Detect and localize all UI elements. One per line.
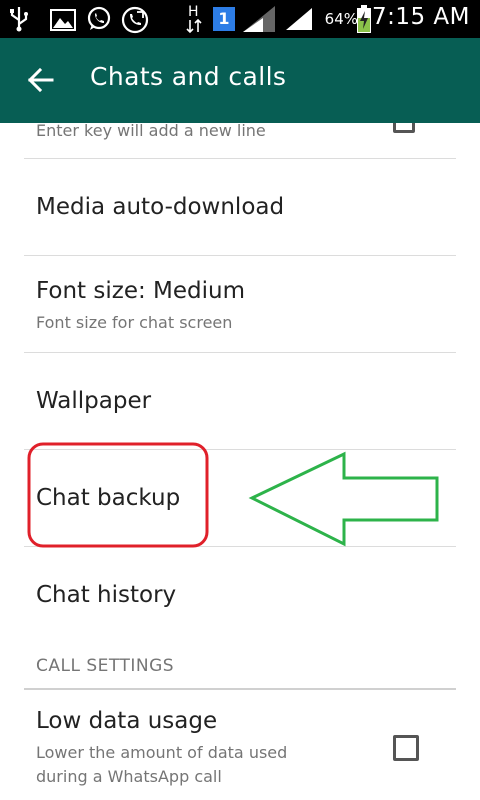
signal-icon (243, 6, 275, 32)
font-size-title: Font size: Medium (36, 278, 246, 304)
media-auto-download-item[interactable]: Media auto-download (0, 159, 480, 255)
clock: 7:15 AM (371, 4, 470, 30)
enter-is-send-item[interactable]: Enter key will add a new line (0, 123, 480, 158)
low-data-usage-title: Low data usage (36, 708, 218, 734)
chat-history-item[interactable]: Chat history (0, 547, 480, 643)
battery-percentage: 64% (324, 10, 358, 28)
settings-list: Enter key will add a new line Media auto… (0, 123, 480, 800)
call-settings-header: CALL SETTINGS (36, 656, 175, 676)
whatsapp-icon (87, 6, 111, 30)
signal-icon (286, 8, 312, 30)
wallpaper-item[interactable]: Wallpaper (0, 353, 480, 449)
wallpaper-title: Wallpaper (36, 388, 152, 414)
data-arrows-icon (186, 18, 202, 34)
low-data-usage-item[interactable]: Low data usage Lower the amount of data … (0, 690, 480, 800)
arrow-left-icon (27, 67, 54, 93)
gallery-icon (50, 9, 76, 31)
back-button[interactable] (22, 60, 62, 100)
media-auto-download-title: Media auto-download (36, 194, 285, 220)
enter-is-send-subtitle: Enter key will add a new line (36, 123, 266, 140)
low-data-usage-subtitle-line1: Lower the amount of data used (36, 743, 288, 762)
low-data-usage-subtitle-line2: during a WhatsApp call (36, 767, 222, 786)
chat-history-title: Chat history (36, 582, 177, 608)
font-size-item[interactable]: Font size: Medium Font size for chat scr… (0, 256, 480, 352)
status-bar: H 1 64% 7:15 AM (0, 0, 480, 38)
chat-backup-item[interactable]: Chat backup (0, 450, 480, 546)
battery-charging-icon (357, 5, 371, 33)
chat-backup-title: Chat backup (36, 485, 181, 511)
page-title: Chats and calls (90, 62, 287, 91)
font-size-subtitle: Font size for chat screen (36, 313, 233, 332)
missed-call-icon (121, 6, 149, 34)
sim-notification-icon: 1 (213, 7, 235, 31)
enter-is-send-checkbox[interactable] (393, 123, 415, 133)
low-data-usage-checkbox[interactable] (393, 735, 419, 761)
app-bar: Chats and calls (0, 38, 480, 123)
usb-icon (10, 7, 28, 32)
